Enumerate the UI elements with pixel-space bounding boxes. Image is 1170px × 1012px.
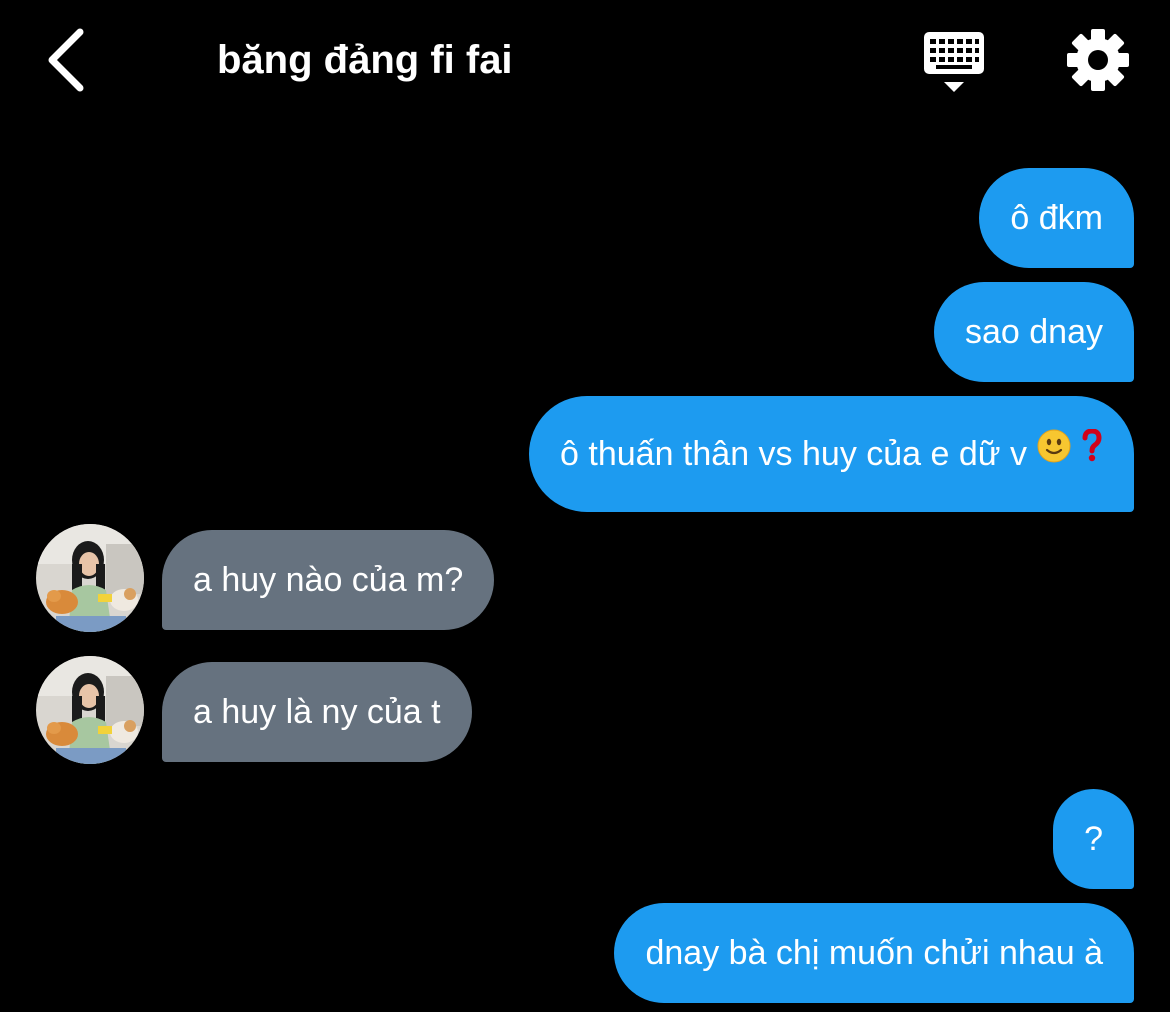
message-text: ô thuấn thân vs huy của e dữ v (560, 435, 1027, 473)
avatar[interactable] (36, 656, 144, 764)
outgoing-message-bubble[interactable]: ô thuấn thân vs huy của e dữ v (529, 396, 1134, 512)
message-text: ? (1084, 820, 1103, 858)
message-text: a huy nào của m? (193, 561, 464, 599)
incoming-message-bubble[interactable]: a huy nào của m? (162, 530, 495, 630)
chevron-left-icon (48, 28, 84, 92)
slightly-smiling-face-emoji (1037, 394, 1071, 510)
outgoing-message-bubble[interactable]: sao dnay (934, 282, 1134, 382)
message-text: a huy là ny của t (193, 693, 441, 731)
message-text: sao dnay (965, 313, 1103, 351)
message-text: dnay bà chị muốn chửi nhau à (645, 934, 1103, 972)
keyboard-icon (924, 32, 984, 92)
avatar[interactable] (36, 524, 144, 632)
back-button[interactable] (36, 22, 100, 98)
red-question-mark-emoji (1081, 394, 1103, 510)
incoming-message-bubble[interactable]: a huy là ny của t (162, 662, 472, 762)
conversation-title: băng đảng fi fai (217, 38, 513, 82)
keyboard-toggle-button[interactable] (918, 26, 990, 98)
outgoing-message-bubble[interactable]: ? (1053, 789, 1134, 889)
message-text: ô đkm (1010, 199, 1103, 237)
settings-button[interactable] (1064, 26, 1132, 94)
chat-header: băng đảng fi fai (0, 0, 1170, 120)
gear-icon (1067, 29, 1129, 91)
outgoing-message-bubble[interactable]: dnay bà chị muốn chửi nhau à (614, 903, 1134, 1003)
outgoing-message-bubble[interactable]: ô đkm (979, 168, 1134, 268)
